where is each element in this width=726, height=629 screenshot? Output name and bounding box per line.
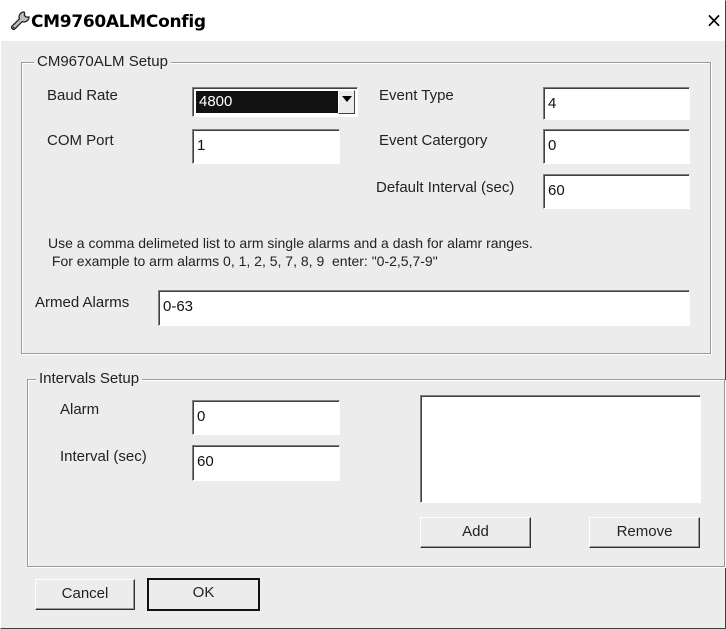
interval-label: Interval (sec) bbox=[60, 448, 147, 465]
alarm-input[interactable]: 0 bbox=[192, 400, 340, 435]
close-icon[interactable]: × bbox=[705, 10, 723, 30]
cancel-button[interactable]: Cancel bbox=[35, 579, 135, 610]
title-bar[interactable]: CM9760ALMConfig × bbox=[1, 1, 725, 41]
com-port-label: COM Port bbox=[47, 132, 114, 149]
default-interval-input[interactable]: 60 bbox=[543, 174, 690, 209]
event-category-input[interactable]: 0 bbox=[543, 129, 690, 164]
armed-alarms-input[interactable]: 0-63 bbox=[158, 290, 690, 326]
interval-input[interactable]: 60 bbox=[192, 445, 340, 481]
baud-rate-selected-value: 4800 bbox=[196, 91, 338, 113]
setup-group-legend: CM9670ALM Setup bbox=[34, 53, 171, 71]
baud-rate-label: Baud Rate bbox=[47, 87, 118, 104]
add-button[interactable]: Add bbox=[420, 517, 531, 548]
armed-alarms-hint-line-1: Use a comma delimeted list to arm single… bbox=[48, 235, 533, 251]
remove-button[interactable]: Remove bbox=[589, 517, 700, 548]
intervals-list[interactable] bbox=[420, 395, 701, 503]
armed-alarms-label: Armed Alarms bbox=[35, 294, 130, 311]
wrench-icon bbox=[10, 11, 30, 31]
intervals-group-legend: Intervals Setup bbox=[36, 370, 143, 388]
com-port-input[interactable]: 1 bbox=[192, 129, 340, 164]
default-interval-label: Default Interval (sec) bbox=[376, 179, 515, 196]
event-type-label: Event Type bbox=[379, 87, 454, 104]
ok-button[interactable]: OK bbox=[147, 578, 260, 611]
dialog-window: CM9760ALMConfig × CM9670ALM Setup Baud R… bbox=[0, 0, 726, 629]
armed-alarms-hint-line-2: For example to arm alarms 0, 1, 2, 5, 7,… bbox=[48, 253, 438, 269]
event-category-label: Event Catergory bbox=[379, 132, 488, 149]
alarm-label: Alarm bbox=[60, 401, 100, 418]
baud-rate-select[interactable]: 4800 bbox=[192, 87, 358, 117]
chevron-down-icon[interactable] bbox=[338, 90, 355, 114]
event-type-input[interactable]: 4 bbox=[543, 87, 690, 120]
window-title: CM9760ALMConfig bbox=[31, 12, 206, 32]
